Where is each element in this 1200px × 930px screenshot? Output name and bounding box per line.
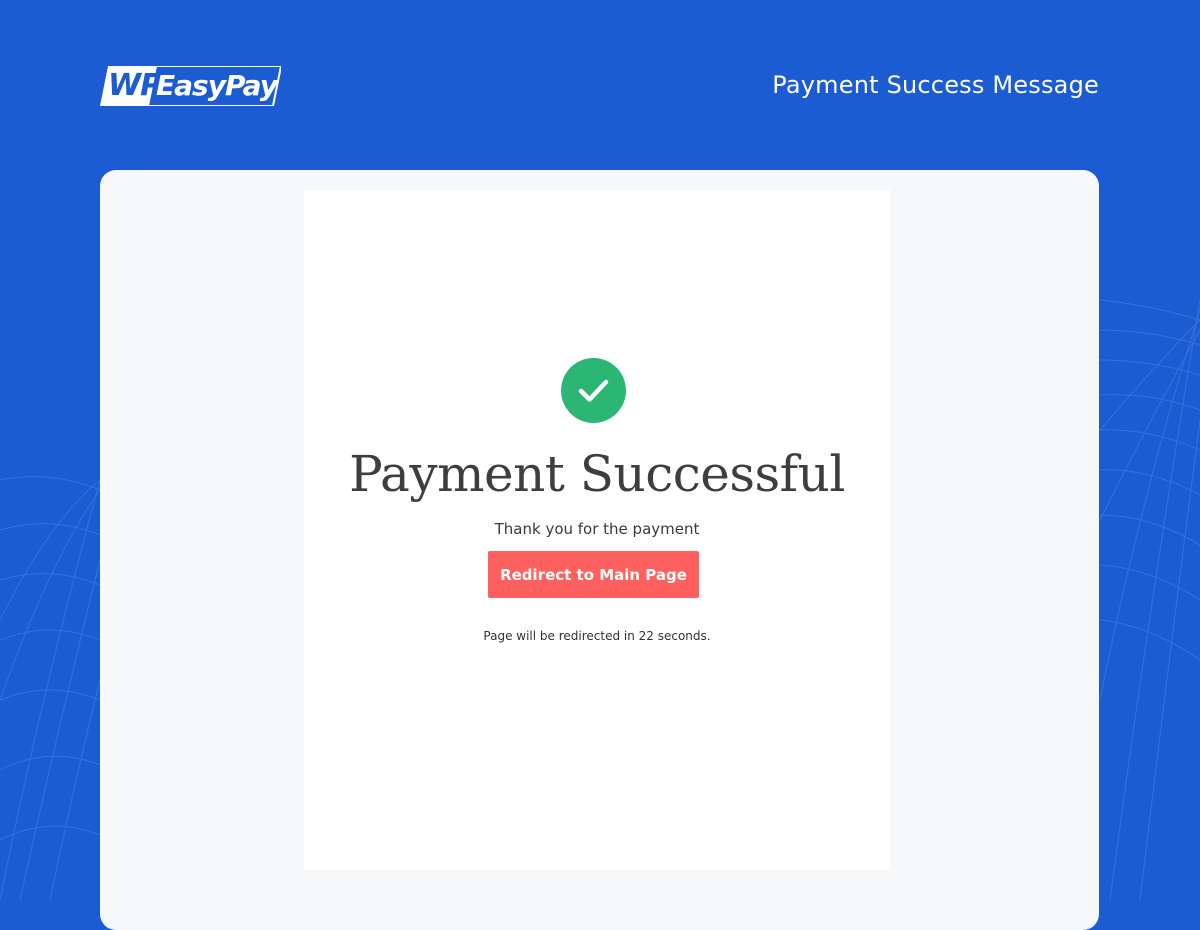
logo-wp-text: WP [108,68,162,103]
check-circle-icon [561,358,626,423]
redirect-main-page-button[interactable]: Redirect to Main Page [488,551,699,598]
logo-name-text: EasyPay [156,69,278,102]
preview-panel: Payment Successful Thank you for the pay… [100,170,1099,930]
page-heading: Payment Success Message [772,71,1099,99]
payment-success-page: Payment Successful Thank you for the pay… [304,190,890,870]
success-title: Payment Successful [349,445,845,503]
redirect-countdown-text: Page will be redirected in 22 seconds. [483,629,711,643]
checkmark-icon [578,379,609,402]
wp-easypay-logo[interactable]: WP EasyPay [100,66,281,106]
thank-you-message: Thank you for the payment [494,520,700,538]
